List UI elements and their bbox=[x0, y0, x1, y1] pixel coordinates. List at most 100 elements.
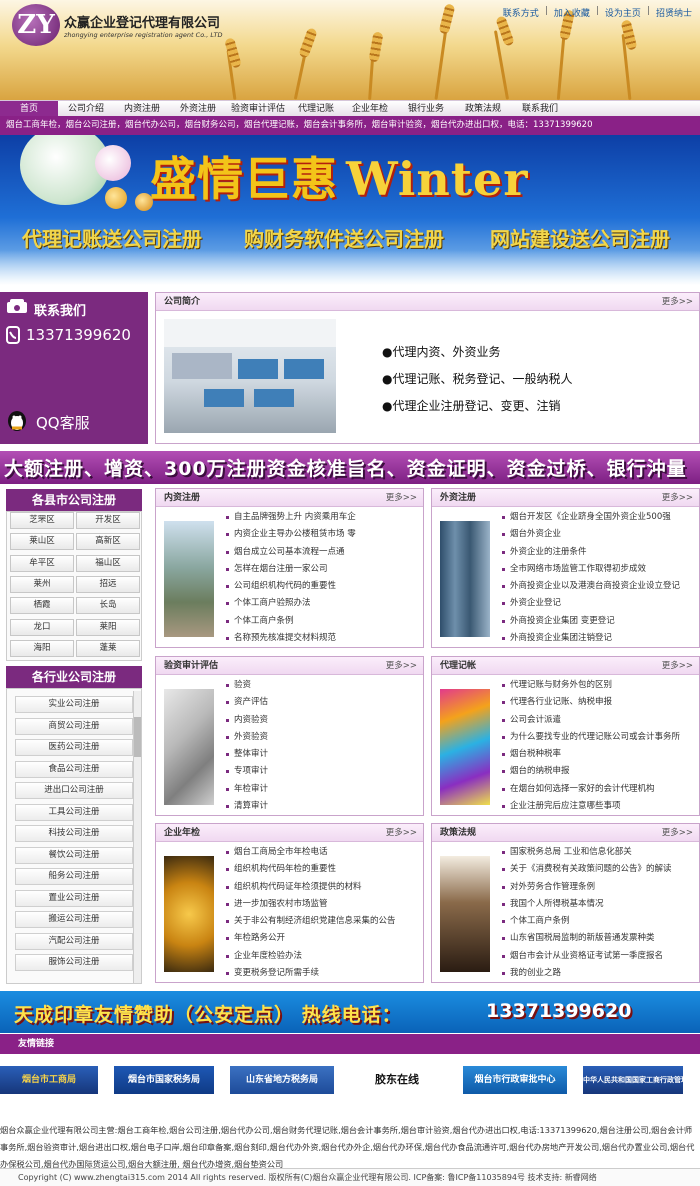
industry-item[interactable]: 工具公司注册 bbox=[15, 804, 133, 821]
news-item[interactable]: 自主品牌强势上升 内资乘用车企 bbox=[226, 509, 418, 526]
news-item[interactable]: 对外劳务合作管理条例 bbox=[502, 879, 696, 896]
industry-item[interactable]: 搬运公司注册 bbox=[15, 911, 133, 928]
industry-item[interactable]: 服饰公司注册 bbox=[15, 954, 133, 971]
news-item[interactable]: 进一步加强农村市场监管 bbox=[226, 896, 418, 913]
industry-item[interactable]: 科技公司注册 bbox=[15, 825, 133, 842]
industry-item[interactable]: 汽配公司注册 bbox=[15, 933, 133, 950]
nav-annual-inspection[interactable]: 企业年检 bbox=[342, 101, 398, 117]
top-link-contact[interactable]: 联系方式 bbox=[503, 6, 539, 19]
news-item[interactable]: 代理记账与财务外包的区别 bbox=[502, 677, 696, 694]
qq-service-link[interactable]: QQ客服 bbox=[36, 412, 90, 433]
news-item[interactable]: 企业年度检验办法 bbox=[226, 948, 418, 965]
news-item[interactable]: 组织机构代码证年检须提供的材料 bbox=[226, 879, 418, 896]
industry-item[interactable]: 进出口公司注册 bbox=[15, 782, 133, 799]
news-item[interactable]: 企业注册完后应注意哪些事项 bbox=[502, 798, 696, 815]
news-item[interactable]: 专项审计 bbox=[226, 763, 418, 780]
partner-link-icon[interactable]: 烟台市行政审批中心 bbox=[463, 1066, 567, 1094]
news-item[interactable]: 烟台工商局全市年检电话 bbox=[226, 844, 418, 861]
news-item[interactable]: 个体工商户条例 bbox=[226, 613, 418, 630]
news-item[interactable]: 组织机构代码年检的重要性 bbox=[226, 861, 418, 878]
industry-item[interactable]: 实业公司注册 bbox=[15, 696, 133, 713]
nav-policy[interactable]: 政策法规 bbox=[454, 101, 512, 117]
news-item[interactable]: 内资验资 bbox=[226, 712, 418, 729]
panel-more-link[interactable]: 更多>> bbox=[662, 489, 693, 507]
county-item[interactable]: 莱山区 bbox=[10, 533, 74, 550]
news-item[interactable]: 我的创业之路 bbox=[502, 965, 696, 982]
news-item[interactable]: 公司组织机构代码的重要性 bbox=[226, 578, 418, 595]
industry-item[interactable]: 商贸公司注册 bbox=[15, 718, 133, 735]
news-item[interactable]: 关于《消费税有关政策问题的公告》的解读 bbox=[502, 861, 696, 878]
industry-item[interactable]: 餐饮公司注册 bbox=[15, 847, 133, 864]
news-item[interactable]: 烟台成立公司基本流程一点通 bbox=[226, 544, 418, 561]
top-link-homepage[interactable]: 设为主页 bbox=[605, 6, 641, 19]
nav-domestic-registration[interactable]: 内资注册 bbox=[114, 101, 170, 117]
logo-icon[interactable]: ZY bbox=[12, 4, 60, 46]
news-item[interactable]: 资产评估 bbox=[226, 694, 418, 711]
news-item[interactable]: 外商投资企业集团 变更登记 bbox=[502, 613, 696, 630]
news-item[interactable]: 我国个人所得税基本情况 bbox=[502, 896, 696, 913]
news-item[interactable]: 山东省国税局监制的新版普通发票种类 bbox=[502, 930, 696, 947]
partner-link-icon[interactable]: 山东省地方税务局 bbox=[230, 1066, 334, 1094]
industry-item[interactable]: 医药公司注册 bbox=[15, 739, 133, 756]
industry-list-scrollbar[interactable] bbox=[133, 691, 141, 983]
promo-strip[interactable]: 大额注册、增资、300万注册资金核准旨名、资金证明、资金过桥、银行沖量 bbox=[0, 451, 700, 484]
nav-about[interactable]: 公司介绍 bbox=[58, 101, 114, 117]
news-item[interactable]: 烟台开发区《企业跻身全国外资企业500强 bbox=[502, 509, 696, 526]
nav-contact[interactable]: 联系我们 bbox=[512, 101, 568, 117]
stamp-sponsor-banner[interactable]: 天成印章友情赞助（公安定点） 热线电话： 13371399620 bbox=[0, 991, 700, 1033]
panel-more-link[interactable]: 更多>> bbox=[386, 824, 417, 842]
news-item[interactable]: 清算审计 bbox=[226, 798, 418, 815]
industry-item[interactable]: 船务公司注册 bbox=[15, 868, 133, 885]
county-item[interactable]: 开发区 bbox=[76, 512, 140, 529]
news-item[interactable]: 国家税务总局 工业和信息化部关 bbox=[502, 844, 696, 861]
top-link-favorite[interactable]: 加入收藏 bbox=[554, 6, 590, 19]
industry-item[interactable]: 食品公司注册 bbox=[15, 761, 133, 778]
nav-foreign-registration[interactable]: 外资注册 bbox=[170, 101, 226, 117]
news-item[interactable]: 外资验资 bbox=[226, 729, 418, 746]
nav-banking[interactable]: 银行业务 bbox=[398, 101, 454, 117]
panel-more-link[interactable]: 更多>> bbox=[386, 489, 417, 507]
news-item[interactable]: 内资企业主导办公楼租赁市场 零 bbox=[226, 526, 418, 543]
news-item[interactable]: 代理各行业记账、纳税申报 bbox=[502, 694, 696, 711]
news-item[interactable]: 公司会计派遣 bbox=[502, 712, 696, 729]
panel-more-link[interactable]: 更多>> bbox=[662, 657, 693, 675]
news-item[interactable]: 个体工商户条例 bbox=[502, 913, 696, 930]
county-item[interactable]: 长岛 bbox=[76, 597, 140, 614]
news-item[interactable]: 整体审计 bbox=[226, 746, 418, 763]
news-item[interactable]: 怎样在烟台注册一家公司 bbox=[226, 561, 418, 578]
news-item[interactable]: 烟台税种税率 bbox=[502, 746, 696, 763]
county-item[interactable]: 牟平区 bbox=[10, 555, 74, 572]
company-intro-more-link[interactable]: 更多>> bbox=[662, 293, 693, 311]
panel-more-link[interactable]: 更多>> bbox=[386, 657, 417, 675]
news-item[interactable]: 验资 bbox=[226, 677, 418, 694]
nav-audit[interactable]: 验资审计评估 bbox=[226, 101, 290, 117]
partner-link-icon[interactable]: 烟台市国家税务局 bbox=[114, 1066, 214, 1094]
news-item[interactable]: 外资企业的注册条件 bbox=[502, 544, 696, 561]
partner-link-icon[interactable]: 烟台市工商局 bbox=[0, 1066, 98, 1094]
news-item[interactable]: 烟台市会计从业资格证考试第一季度报名 bbox=[502, 948, 696, 965]
news-item[interactable]: 全市网络市场监管工作取得初步成效 bbox=[502, 561, 696, 578]
news-item[interactable]: 名称预先核准提交材料规范 bbox=[226, 630, 418, 647]
news-item[interactable]: 个体工商户验照办法 bbox=[226, 595, 418, 612]
county-item[interactable]: 招远 bbox=[76, 576, 140, 593]
news-item[interactable]: 烟台外资企业 bbox=[502, 526, 696, 543]
county-item[interactable]: 福山区 bbox=[76, 555, 140, 572]
county-item[interactable]: 蓬莱 bbox=[76, 640, 140, 657]
news-item[interactable]: 外资企业登记 bbox=[502, 595, 696, 612]
county-item[interactable]: 莱阳 bbox=[76, 619, 140, 636]
industry-item[interactable]: 置业公司注册 bbox=[15, 890, 133, 907]
county-item[interactable]: 高新区 bbox=[76, 533, 140, 550]
scrollbar-thumb[interactable] bbox=[134, 717, 141, 757]
news-item[interactable]: 为什么要找专业的代理记账公司或会计事务所 bbox=[502, 729, 696, 746]
county-item[interactable]: 海阳 bbox=[10, 640, 74, 657]
panel-more-link[interactable]: 更多>> bbox=[662, 824, 693, 842]
news-item[interactable]: 年检审计 bbox=[226, 781, 418, 798]
news-item[interactable]: 在烟台如何选择一家好的会计代理机构 bbox=[502, 781, 696, 798]
news-item[interactable]: 关于非公有制经济组织党建信息采集的公告 bbox=[226, 913, 418, 930]
news-item[interactable]: 外商投资企业以及港澳台商投资企业设立登记 bbox=[502, 578, 696, 595]
county-item[interactable]: 莱州 bbox=[10, 576, 74, 593]
news-item[interactable]: 外商投资企业集团注销登记 bbox=[502, 630, 696, 647]
nav-home[interactable]: 首页 bbox=[0, 100, 58, 117]
news-item[interactable]: 变更税务登记所需手续 bbox=[226, 965, 418, 982]
county-item[interactable]: 芝罘区 bbox=[10, 512, 74, 529]
